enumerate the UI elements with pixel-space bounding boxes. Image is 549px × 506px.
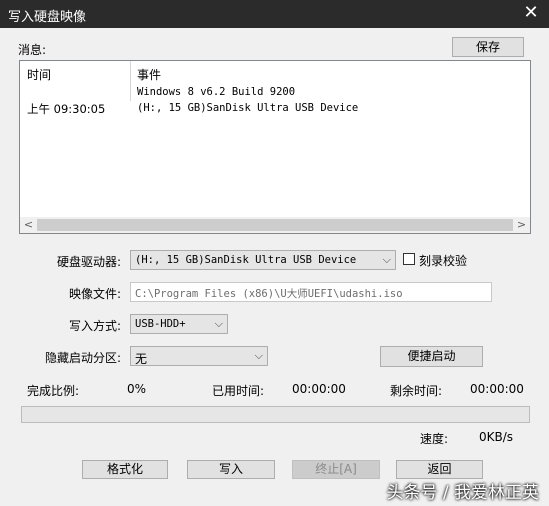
stop-button[interactable]: 终止[A] xyxy=(292,460,380,479)
write-mode-select[interactable]: USB-HDD+ ⌵ xyxy=(130,314,228,334)
write-mode-value: USB-HDD+ xyxy=(135,318,186,330)
log-row-event: (H:, 15 GB)SanDisk Ultra USB Device xyxy=(137,102,359,114)
scrollbar-thumb[interactable] xyxy=(37,219,513,231)
write-disk-image-dialog: 写入硬盘映像 ✕ 消息: 保存 时间 事件 Windows 8 v6.2 Bui… xyxy=(0,0,549,506)
write-button[interactable]: 写入 xyxy=(187,460,275,479)
horizontal-scrollbar[interactable]: < > xyxy=(20,217,530,233)
message-log[interactable]: 时间 事件 Windows 8 v6.2 Build 9200 上午 09:30… xyxy=(19,60,531,234)
verify-checkbox[interactable] xyxy=(403,253,415,265)
speed-value: 0KB/s xyxy=(479,430,514,444)
messages-label: 消息: xyxy=(18,43,47,57)
remaining-time-value: 00:00:00 xyxy=(470,382,524,396)
image-file-label: 映像文件: xyxy=(69,287,122,301)
column-divider xyxy=(130,61,131,101)
column-header-time: 时间 xyxy=(27,68,52,82)
drive-label: 硬盘驱动器: xyxy=(57,255,122,269)
drive-select-value: (H:, 15 GB)SanDisk Ultra USB Device xyxy=(135,254,357,266)
save-button[interactable]: 保存 xyxy=(452,37,524,57)
verify-label[interactable]: 刻录校验 xyxy=(419,252,467,269)
speed-label: 速度: xyxy=(420,432,449,446)
elapsed-time-value: 00:00:00 xyxy=(292,382,346,396)
complete-ratio-label: 完成比例: xyxy=(27,384,80,398)
watermark-text: 头条号 / 我爱林正英 xyxy=(386,483,539,503)
quick-boot-button[interactable]: 便捷启动 xyxy=(380,346,483,367)
write-progress-bar xyxy=(21,406,530,423)
hidden-partition-value: 无 xyxy=(135,352,148,366)
close-icon[interactable]: ✕ xyxy=(513,0,549,28)
hidden-partition-label: 隐藏启动分区: xyxy=(45,351,122,365)
hidden-partition-select[interactable]: 无 ⌵ xyxy=(130,346,268,366)
write-mode-label: 写入方式: xyxy=(69,319,122,333)
format-button[interactable]: 格式化 xyxy=(82,460,168,479)
drive-select[interactable]: (H:, 15 GB)SanDisk Ultra USB Device ⌵ xyxy=(130,250,396,270)
log-row-event: Windows 8 v6.2 Build 9200 xyxy=(137,86,296,98)
title-bar[interactable]: 写入硬盘映像 ✕ xyxy=(0,0,549,28)
chevron-down-icon: ⌵ xyxy=(254,349,263,362)
complete-ratio-value: 0% xyxy=(127,382,147,396)
scroll-right-icon[interactable]: > xyxy=(513,217,530,233)
log-row-time: 上午 09:30:05 xyxy=(27,102,106,116)
remaining-time-label: 剩余时间: xyxy=(390,384,443,398)
elapsed-time-label: 已用时间: xyxy=(212,384,265,398)
image-file-value: C:\Program Files (x86)\U大师UEFI\udashi.is… xyxy=(135,288,403,300)
chevron-down-icon: ⌵ xyxy=(214,317,223,330)
scroll-left-icon[interactable]: < xyxy=(20,217,37,233)
column-header-event: 事件 xyxy=(137,68,162,82)
window-title: 写入硬盘映像 xyxy=(8,10,87,25)
back-button[interactable]: 返回 xyxy=(396,460,483,479)
image-file-input[interactable]: C:\Program Files (x86)\U大师UEFI\udashi.is… xyxy=(130,282,492,302)
chevron-down-icon: ⌵ xyxy=(382,253,391,266)
